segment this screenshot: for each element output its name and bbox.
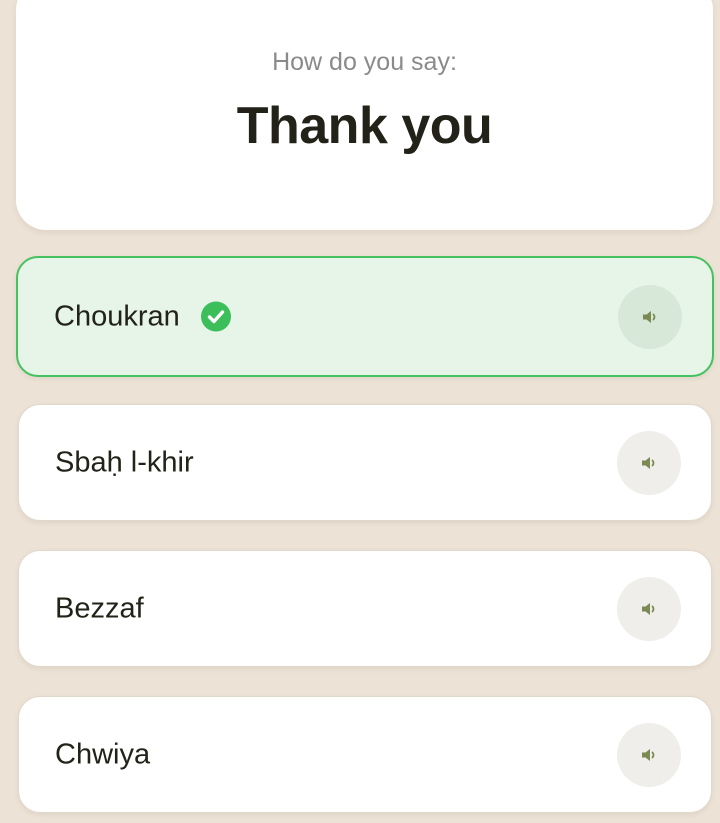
- speaker-icon: [642, 456, 655, 469]
- answer-option-label: Choukran: [54, 300, 180, 332]
- answer-option-text: Sbaḥ l-khir: [55, 446, 194, 479]
- answer-option-label: Sbaḥ l-khir: [55, 446, 194, 478]
- speaker-icon: [642, 748, 655, 761]
- play-audio-button[interactable]: [617, 722, 681, 787]
- answer-option-bezzaf[interactable]: Bezzaf: [18, 550, 712, 667]
- answer-option-sbah-l-khir[interactable]: Sbaḥ l-khir: [18, 404, 712, 521]
- question-prompt: How do you say:: [272, 48, 457, 76]
- speaker-icon: [642, 602, 655, 615]
- answer-option-text: Bezzaf: [55, 592, 144, 625]
- speaker-icon: [643, 310, 656, 323]
- answer-option-choukran[interactable]: Choukran: [16, 256, 714, 377]
- question-phrase: Thank you: [236, 97, 493, 155]
- answer-option-text: Chwiya: [55, 738, 150, 771]
- answer-option-text: Choukran: [54, 300, 231, 333]
- play-audio-button[interactable]: [618, 284, 682, 349]
- answer-option-label: Bezzaf: [55, 592, 144, 624]
- play-audio-button[interactable]: [617, 430, 681, 495]
- check-circle-icon: [200, 301, 231, 332]
- question-card: How do you say: Thank you: [16, 0, 713, 230]
- answer-option-chwiya[interactable]: Chwiya: [18, 696, 712, 813]
- answer-option-label: Chwiya: [55, 738, 151, 770]
- play-audio-button[interactable]: [617, 576, 681, 641]
